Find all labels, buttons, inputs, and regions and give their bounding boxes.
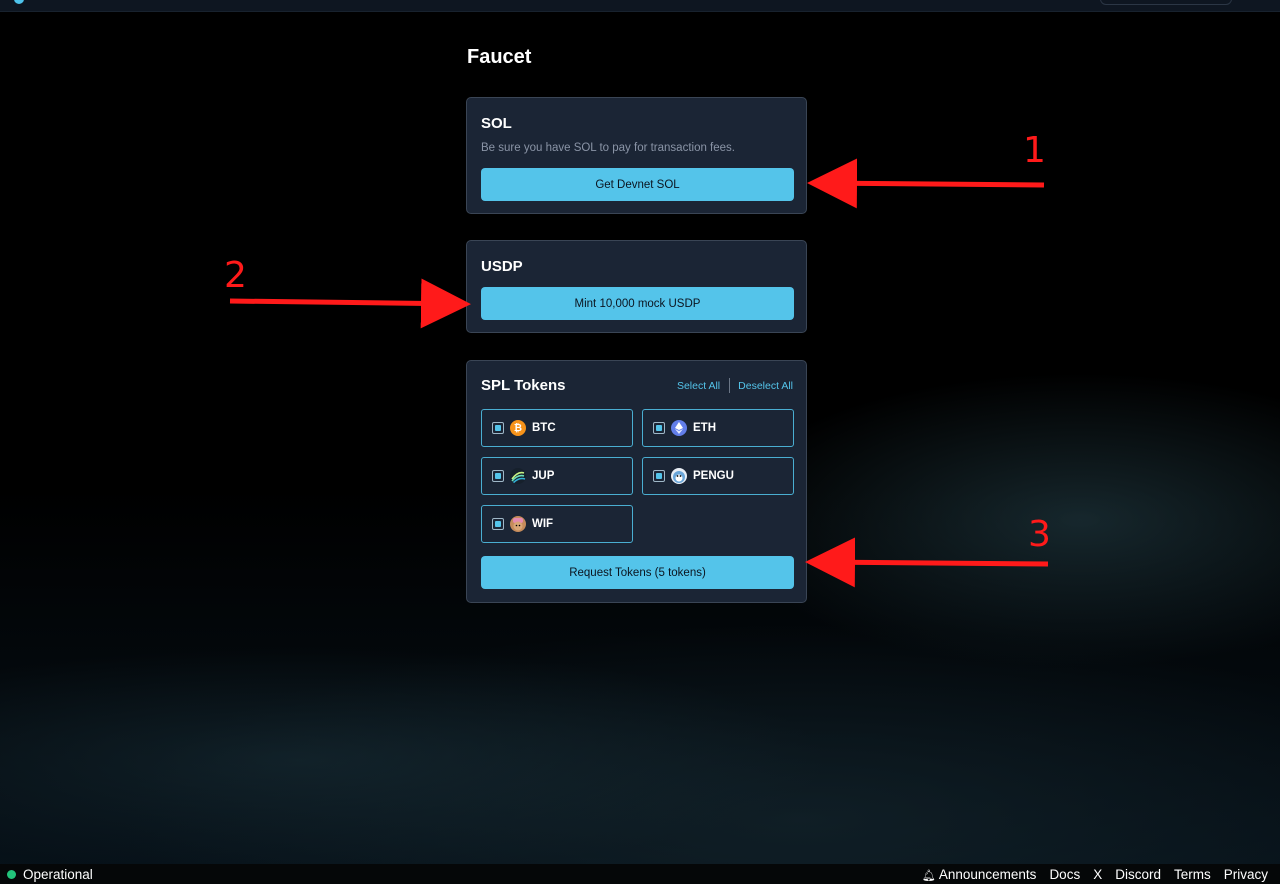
annotation-number-2: 2 <box>224 255 247 296</box>
terms-link[interactable]: Terms <box>1174 867 1211 882</box>
discord-link[interactable]: Discord <box>1115 867 1161 882</box>
privacy-link[interactable]: Privacy <box>1224 867 1268 882</box>
annotation-number-1: 1 <box>1023 130 1046 171</box>
footer-bar: Operational 🔔︎ Announcements Docs X Disco… <box>0 864 1280 884</box>
announcements-link[interactable]: 🔔︎ Announcements <box>909 867 1037 882</box>
x-link[interactable]: X <box>1093 867 1102 882</box>
annotation-number-3: 3 <box>1028 514 1051 555</box>
annotation-arrows <box>229 158 1049 588</box>
footer-links: 🔔︎ Announcements Docs X Discord Terms Pri… <box>896 867 1280 882</box>
status-text: Operational <box>23 866 93 882</box>
bell-icon: 🔔︎ <box>921 869 936 882</box>
announcements-label: Announcements <box>938 866 1037 882</box>
arrow-3 <box>805 537 1049 588</box>
arrow-1 <box>807 158 1045 209</box>
docs-link[interactable]: Docs <box>1049 867 1080 882</box>
arrow-2 <box>229 278 471 329</box>
status-dot <box>7 869 16 879</box>
status-indicator: Operational <box>0 867 93 882</box>
